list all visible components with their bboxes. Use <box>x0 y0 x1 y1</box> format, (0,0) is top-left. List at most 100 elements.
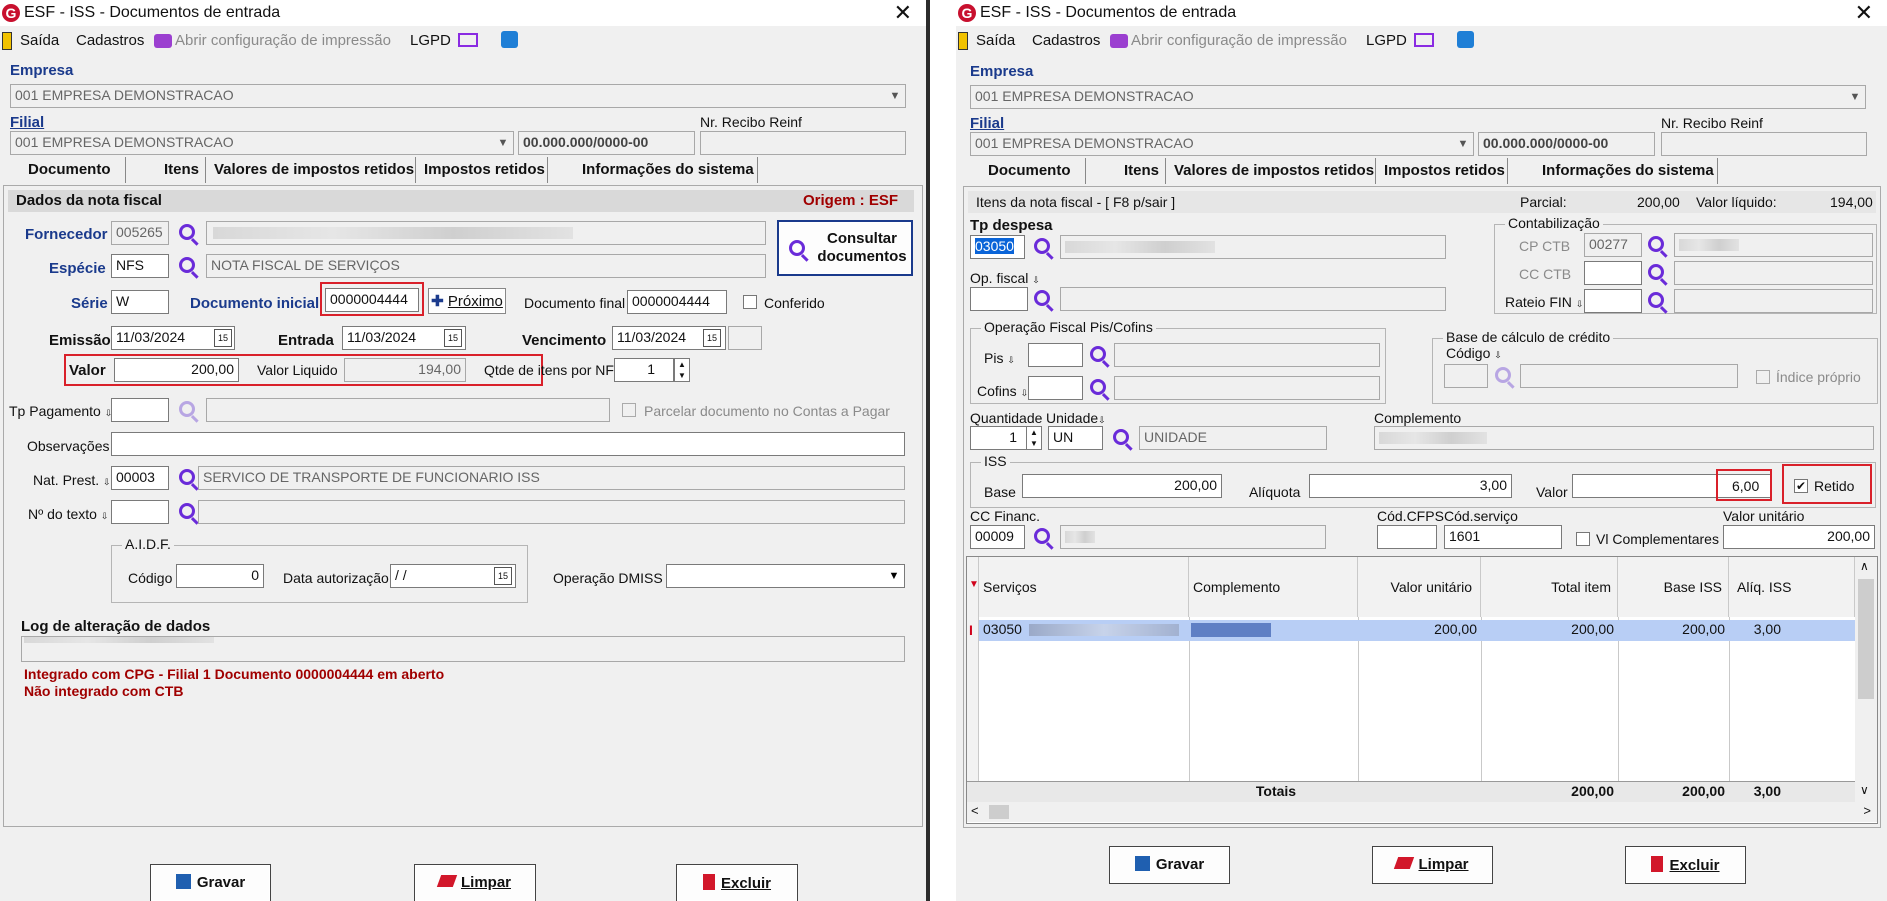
withheld-checkbox[interactable]: ✔ <box>1794 479 1808 493</box>
grid-header-unit-value[interactable]: Valor unitário <box>1358 557 1481 617</box>
supplier-code[interactable]: 005265 <box>111 221 169 245</box>
gdoor-icon[interactable] <box>1457 31 1474 48</box>
save-button[interactable]: Gravar <box>1109 846 1230 884</box>
chevron-down-icon[interactable]: ▼ <box>1846 86 1864 108</box>
save-button[interactable]: Gravar <box>150 864 271 901</box>
value-field[interactable]: 200,00 <box>114 358 239 382</box>
expense-type-field[interactable]: 03050 <box>970 235 1025 259</box>
search-icon[interactable] <box>1113 429 1129 445</box>
tab-informacoes[interactable]: Informações do sistema <box>1510 158 1718 184</box>
search-icon[interactable] <box>1090 346 1106 362</box>
notes-field[interactable] <box>111 432 905 456</box>
spinner-icon[interactable]: ▲ ▼ <box>674 358 690 382</box>
chevron-down-icon[interactable]: ▼ <box>1454 133 1472 155</box>
rateio-field[interactable] <box>1584 289 1642 313</box>
grid-header-complement[interactable]: Complemento <box>1189 557 1358 617</box>
scroll-left-icon[interactable]: < <box>971 803 979 818</box>
menu-exit[interactable]: Saída <box>976 32 1015 49</box>
scroll-right-icon[interactable]: > <box>1863 803 1871 818</box>
tab-documento[interactable]: Documento <box>966 158 1086 184</box>
horizontal-scrollbar[interactable]: < > <box>967 802 1877 822</box>
search-icon[interactable] <box>179 469 195 485</box>
monitor-icon[interactable] <box>1414 33 1434 47</box>
service-code-field[interactable]: 1601 <box>1444 525 1562 549</box>
branch-select[interactable]: 001 EMPRESA DEMONSTRACAO <box>10 131 514 155</box>
consult-documents-button[interactable]: Consultar documentos <box>777 220 913 276</box>
cc-fin-field[interactable]: 00009 <box>970 525 1025 549</box>
calendar-icon[interactable]: 15 <box>214 329 232 347</box>
tab-itens[interactable]: Itens <box>128 157 206 183</box>
complement-field[interactable] <box>1374 426 1874 450</box>
delete-button[interactable]: Excluir <box>676 864 798 901</box>
pis-field[interactable] <box>1028 343 1083 367</box>
unit-value-field[interactable]: 200,00 <box>1723 525 1875 549</box>
search-icon[interactable] <box>179 503 195 519</box>
search-icon[interactable] <box>1648 292 1664 308</box>
menu-registers[interactable]: Cadastros <box>1032 32 1100 49</box>
monitor-icon[interactable] <box>458 33 478 47</box>
checked-checkbox[interactable] <box>743 295 757 309</box>
search-icon[interactable] <box>179 224 195 240</box>
table-row[interactable]: 03050 200,00 200,00 200,00 3,00 <box>979 620 1855 641</box>
next-button[interactable]: ✚ Próximo <box>428 288 506 314</box>
search-icon[interactable] <box>1034 528 1050 544</box>
nat-code[interactable]: 00003 <box>111 466 169 490</box>
close-icon[interactable]: ✕ <box>1855 0 1873 26</box>
initial-doc-field[interactable]: 0000004444 <box>325 288 419 312</box>
iss-rate-field[interactable]: 3,00 <box>1309 474 1512 498</box>
text-no-field[interactable] <box>111 500 169 524</box>
menu-registers[interactable]: Cadastros <box>76 32 144 49</box>
fiscal-op-field[interactable] <box>970 287 1028 311</box>
vl-compl-checkbox[interactable] <box>1576 532 1590 546</box>
gdoor-icon[interactable] <box>501 31 518 48</box>
tab-impostos-retidos[interactable]: Impostos retidos <box>1378 158 1508 184</box>
menu-print-config[interactable]: Abrir configuração de impressão <box>1131 32 1347 49</box>
cc-ctb-field[interactable] <box>1584 261 1642 285</box>
menu-lgpd[interactable]: LGPD <box>1366 32 1407 49</box>
menu-lgpd[interactable]: LGPD <box>410 32 451 49</box>
qty-items-field[interactable]: 1 <box>614 358 674 382</box>
menu-print-config[interactable]: Abrir configuração de impressão <box>175 32 391 49</box>
search-icon[interactable] <box>1648 264 1664 280</box>
calendar-icon[interactable]: 15 <box>703 329 721 347</box>
dmiss-select[interactable] <box>666 564 905 588</box>
chevron-down-icon[interactable]: ▼ <box>885 565 903 587</box>
spinner-icon[interactable]: ▲ ▼ <box>1026 426 1042 450</box>
cp-ctb-field[interactable]: 00277 <box>1584 233 1642 257</box>
tab-valores-retidos[interactable]: Valores de impostos retidos <box>1168 158 1376 184</box>
tab-valores-retidos[interactable]: Valores de impostos retidos <box>208 157 416 183</box>
clear-button[interactable]: Limpar <box>1372 846 1493 884</box>
scroll-hthumb[interactable] <box>989 805 1009 819</box>
delete-button[interactable]: Excluir <box>1625 846 1746 884</box>
search-icon[interactable] <box>1034 238 1050 254</box>
menu-exit[interactable]: Saída <box>20 32 59 49</box>
grid-header-total[interactable]: Total item <box>1481 557 1618 617</box>
calendar-icon[interactable]: 15 <box>444 329 462 347</box>
chevron-down-icon[interactable]: ▼ <box>494 132 512 154</box>
company-select[interactable]: 001 EMPRESA DEMONSTRACAO <box>970 85 1866 109</box>
aidf-code-field[interactable]: 0 <box>176 564 264 588</box>
search-icon[interactable] <box>1034 290 1050 306</box>
company-select[interactable]: 001 EMPRESA DEMONSTRACAO <box>10 84 906 108</box>
grid-header-rate-iss[interactable]: Alíq. ISS <box>1729 557 1855 617</box>
final-doc-field[interactable]: 0000004444 <box>627 290 727 314</box>
search-icon[interactable] <box>179 257 195 273</box>
vertical-scrollbar[interactable]: ∧ ∨ <box>1855 557 1877 802</box>
cofins-field[interactable] <box>1028 376 1083 400</box>
cfps-field[interactable] <box>1377 525 1437 549</box>
species-code[interactable]: NFS <box>111 254 169 278</box>
scroll-up-icon[interactable]: ∧ <box>1860 559 1869 573</box>
scroll-down-icon[interactable]: ∨ <box>1860 783 1869 797</box>
iss-base-field[interactable]: 200,00 <box>1022 474 1222 498</box>
clear-button[interactable]: Limpar <box>414 864 536 901</box>
tab-documento[interactable]: Documento <box>6 157 126 183</box>
tab-impostos-retidos[interactable]: Impostos retidos <box>418 157 548 183</box>
calendar-icon[interactable]: 15 <box>494 567 512 585</box>
search-icon[interactable] <box>1648 236 1664 252</box>
tab-informacoes[interactable]: Informações do sistema <box>550 157 758 183</box>
grid-header-services[interactable]: Serviços <box>979 557 1189 617</box>
search-icon[interactable] <box>1090 379 1106 395</box>
series-field[interactable]: W <box>111 290 169 314</box>
unit-field[interactable]: UN <box>1048 426 1103 450</box>
branch-select[interactable]: 001 EMPRESA DEMONSTRACAO <box>970 132 1474 156</box>
